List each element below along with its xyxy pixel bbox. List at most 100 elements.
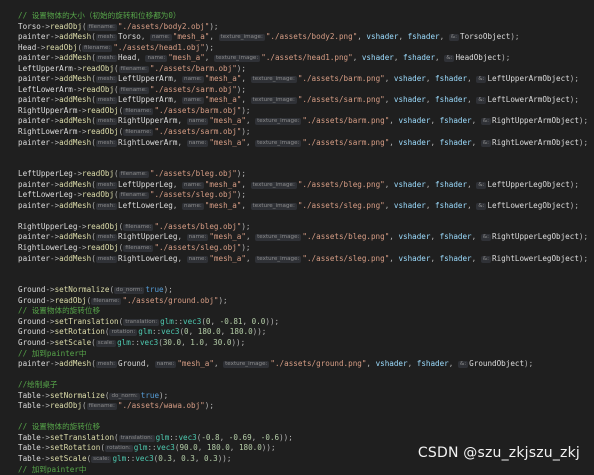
parameter-hint: &: xyxy=(476,97,487,105)
string-literal: "./assets/ground.png" xyxy=(270,359,367,369)
string-literal: "mesh_a" xyxy=(168,53,205,63)
number-literal: 180.0 xyxy=(197,327,221,337)
code-identifier: RightUpperLeg xyxy=(118,232,178,242)
parameter-hint: name: xyxy=(186,118,209,126)
code-line[interactable]: painter->addMesh(mesh: LeftUpperLeg, name… xyxy=(18,180,594,191)
code-punctuation: , xyxy=(188,327,198,337)
code-line[interactable]: painter->addMesh(mesh: Head, name: "mesh_a… xyxy=(18,53,594,64)
code-punctuation: , xyxy=(194,453,204,463)
parameter-hint: texture_image: xyxy=(213,55,261,63)
code-line[interactable]: //绘制桌子 xyxy=(18,380,594,391)
code-line[interactable] xyxy=(18,264,594,275)
parameter-hint: scale: xyxy=(91,455,112,463)
code-identifier: painter xyxy=(18,232,51,242)
code-line[interactable] xyxy=(18,159,594,170)
code-line[interactable]: Ground->setNormalize(do_norm: true); xyxy=(18,285,594,296)
code-punctuation: -> xyxy=(50,232,60,242)
code-line[interactable]: painter->addMesh(mesh: Torso, name: "mesh_… xyxy=(18,32,594,43)
code-line[interactable]: Table->readObj(filename: "./assets/wawa.o… xyxy=(18,401,594,412)
code-line[interactable]: Ground->setTranslation(translation: glm::… xyxy=(18,317,594,328)
number-literal: 1.0 xyxy=(190,337,204,347)
code-area[interactable]: // 设置物体的大小（初始的旋转和位移都为0） Torso->readObj(fi… xyxy=(18,11,594,475)
code-line[interactable]: LeftLowerArm->readObj(filename: "./assets… xyxy=(18,85,594,96)
code-punctuation: -> xyxy=(77,127,87,137)
parameter-hint: filename: xyxy=(86,403,117,411)
parameter-hint: &: xyxy=(476,76,487,84)
code-line[interactable]: painter->addMesh(mesh: LeftUpperArm, name… xyxy=(18,95,594,106)
code-line[interactable]: RightLowerArm->readObj(filename: "./asset… xyxy=(18,127,594,138)
namespace-name: vec3 xyxy=(178,432,197,442)
code-line[interactable] xyxy=(18,275,594,286)
code-punctuation: -> xyxy=(72,84,83,94)
code-identifier: painter xyxy=(18,53,51,63)
code-punctuation: -> xyxy=(45,337,55,347)
code-line[interactable]: RightUpperArm->readObj(filename: "./asset… xyxy=(18,106,594,117)
parameter-hint: texture_image: xyxy=(250,181,297,189)
variable-name: fshader xyxy=(435,74,468,84)
code-line[interactable]: Ground->setRotation(rotation: glm::vec3(0… xyxy=(18,327,594,338)
code-line[interactable]: painter->addMesh(mesh: LeftLowerLeg, name… xyxy=(18,201,594,212)
code-line[interactable]: // 加到painter中 xyxy=(18,349,594,360)
code-editor[interactable]: // 设置物体的大小（初始的旋转和位移都为0） Torso->readObj(fi… xyxy=(0,0,594,475)
variable-name: vshader xyxy=(393,179,426,189)
code-line[interactable]: painter->addMesh(mesh: RightUpperArm, nam… xyxy=(18,116,594,127)
code-identifier: RightUpperArmObject xyxy=(492,116,579,126)
code-line[interactable] xyxy=(18,370,594,381)
code-punctuation: -> xyxy=(72,190,83,200)
code-line[interactable] xyxy=(18,211,594,222)
code-identifier: painter xyxy=(18,253,51,263)
code-punctuation: ); xyxy=(578,116,589,126)
code-identifier: Ground xyxy=(18,295,46,305)
string-literal: "./assets/bleg.png" xyxy=(297,179,385,189)
code-line[interactable]: painter->addMesh(mesh: Ground, name: "mesh… xyxy=(18,359,594,370)
method-name: readObj xyxy=(82,63,115,73)
code-identifier: RightUpperArm xyxy=(18,105,78,115)
code-punctuation: , xyxy=(245,232,256,242)
method-name: readObj xyxy=(82,84,115,94)
code-punctuation: , xyxy=(467,200,477,210)
code-punctuation: , xyxy=(241,95,251,105)
code-punctuation: ); xyxy=(209,21,219,31)
method-name: setTranslation xyxy=(54,316,119,326)
code-line[interactable]: LeftUpperLeg->readObj(filename: "./assets… xyxy=(18,169,594,180)
code-line[interactable]: LeftLowerLeg->readObj(filename: "./assets… xyxy=(18,190,594,201)
code-identifier: painter xyxy=(18,179,51,189)
code-line[interactable]: painter->addMesh(mesh: RightLowerLeg, nam… xyxy=(18,254,594,265)
code-line[interactable]: painter->addMesh(mesh: LeftUpperArm, name… xyxy=(18,74,594,85)
code-punctuation: ); xyxy=(241,221,251,231)
string-literal: "mesh_a" xyxy=(209,116,246,126)
code-line[interactable]: Table->setNormalize(do_norm: true); xyxy=(18,391,594,402)
code-line[interactable]: LeftUpperArm->readObj(filename: "./assets… xyxy=(18,64,594,75)
parameter-hint: name: xyxy=(182,202,204,210)
code-identifier: Table xyxy=(18,443,41,453)
code-line[interactable]: Head->readObj(filename: "./assets/head1.o… xyxy=(18,43,594,54)
code-punctuation: , xyxy=(172,74,183,84)
code-punctuation: ); xyxy=(204,401,214,411)
parameter-hint: texture_image: xyxy=(255,139,302,147)
string-literal: "./assets/sleg.png" xyxy=(297,200,385,210)
code-punctuation: -> xyxy=(50,359,60,369)
code-line[interactable]: // 设置物体的旋转位移 xyxy=(18,422,594,433)
code-identifier: painter xyxy=(18,32,51,42)
code-identifier: Head xyxy=(118,53,137,63)
code-line[interactable]: // 设置物体的大小（初始的旋转和位移都为0） xyxy=(18,11,594,22)
code-line[interactable]: painter->addMesh(mesh: RightLowerArm, nam… xyxy=(18,138,594,149)
code-line[interactable] xyxy=(18,148,594,159)
code-line[interactable]: Ground->readObj(filename: "./assets/groun… xyxy=(18,296,594,307)
code-punctuation: -> xyxy=(50,116,60,126)
code-line[interactable]: Ground->setScale(scale: glm::vec3(30.0, 1… xyxy=(18,338,594,349)
code-punctuation: , xyxy=(229,443,239,453)
code-punctuation: -> xyxy=(72,63,83,73)
code-line[interactable]: // 设置物体的旋转位移 xyxy=(18,306,594,317)
code-line[interactable] xyxy=(18,412,594,423)
keyword: true xyxy=(140,390,160,400)
code-identifier: TorsoObject xyxy=(460,32,511,42)
code-punctuation: -> xyxy=(45,327,55,337)
code-line[interactable]: painter->addMesh(mesh: RightUpperLeg, nam… xyxy=(18,232,594,243)
code-line[interactable]: RightLowerLeg->readObj(filename: "./asset… xyxy=(18,243,594,254)
code-line[interactable]: Table->setTranslation(translation: glm::v… xyxy=(18,433,594,444)
code-punctuation: , xyxy=(352,53,362,63)
code-line[interactable]: // 加到painter中 xyxy=(18,465,594,475)
code-line[interactable]: RightUpperLeg->readObj(filename: "./asset… xyxy=(18,222,594,233)
code-line[interactable]: Torso->readObj(filename: "./assets/body2.… xyxy=(18,22,594,33)
